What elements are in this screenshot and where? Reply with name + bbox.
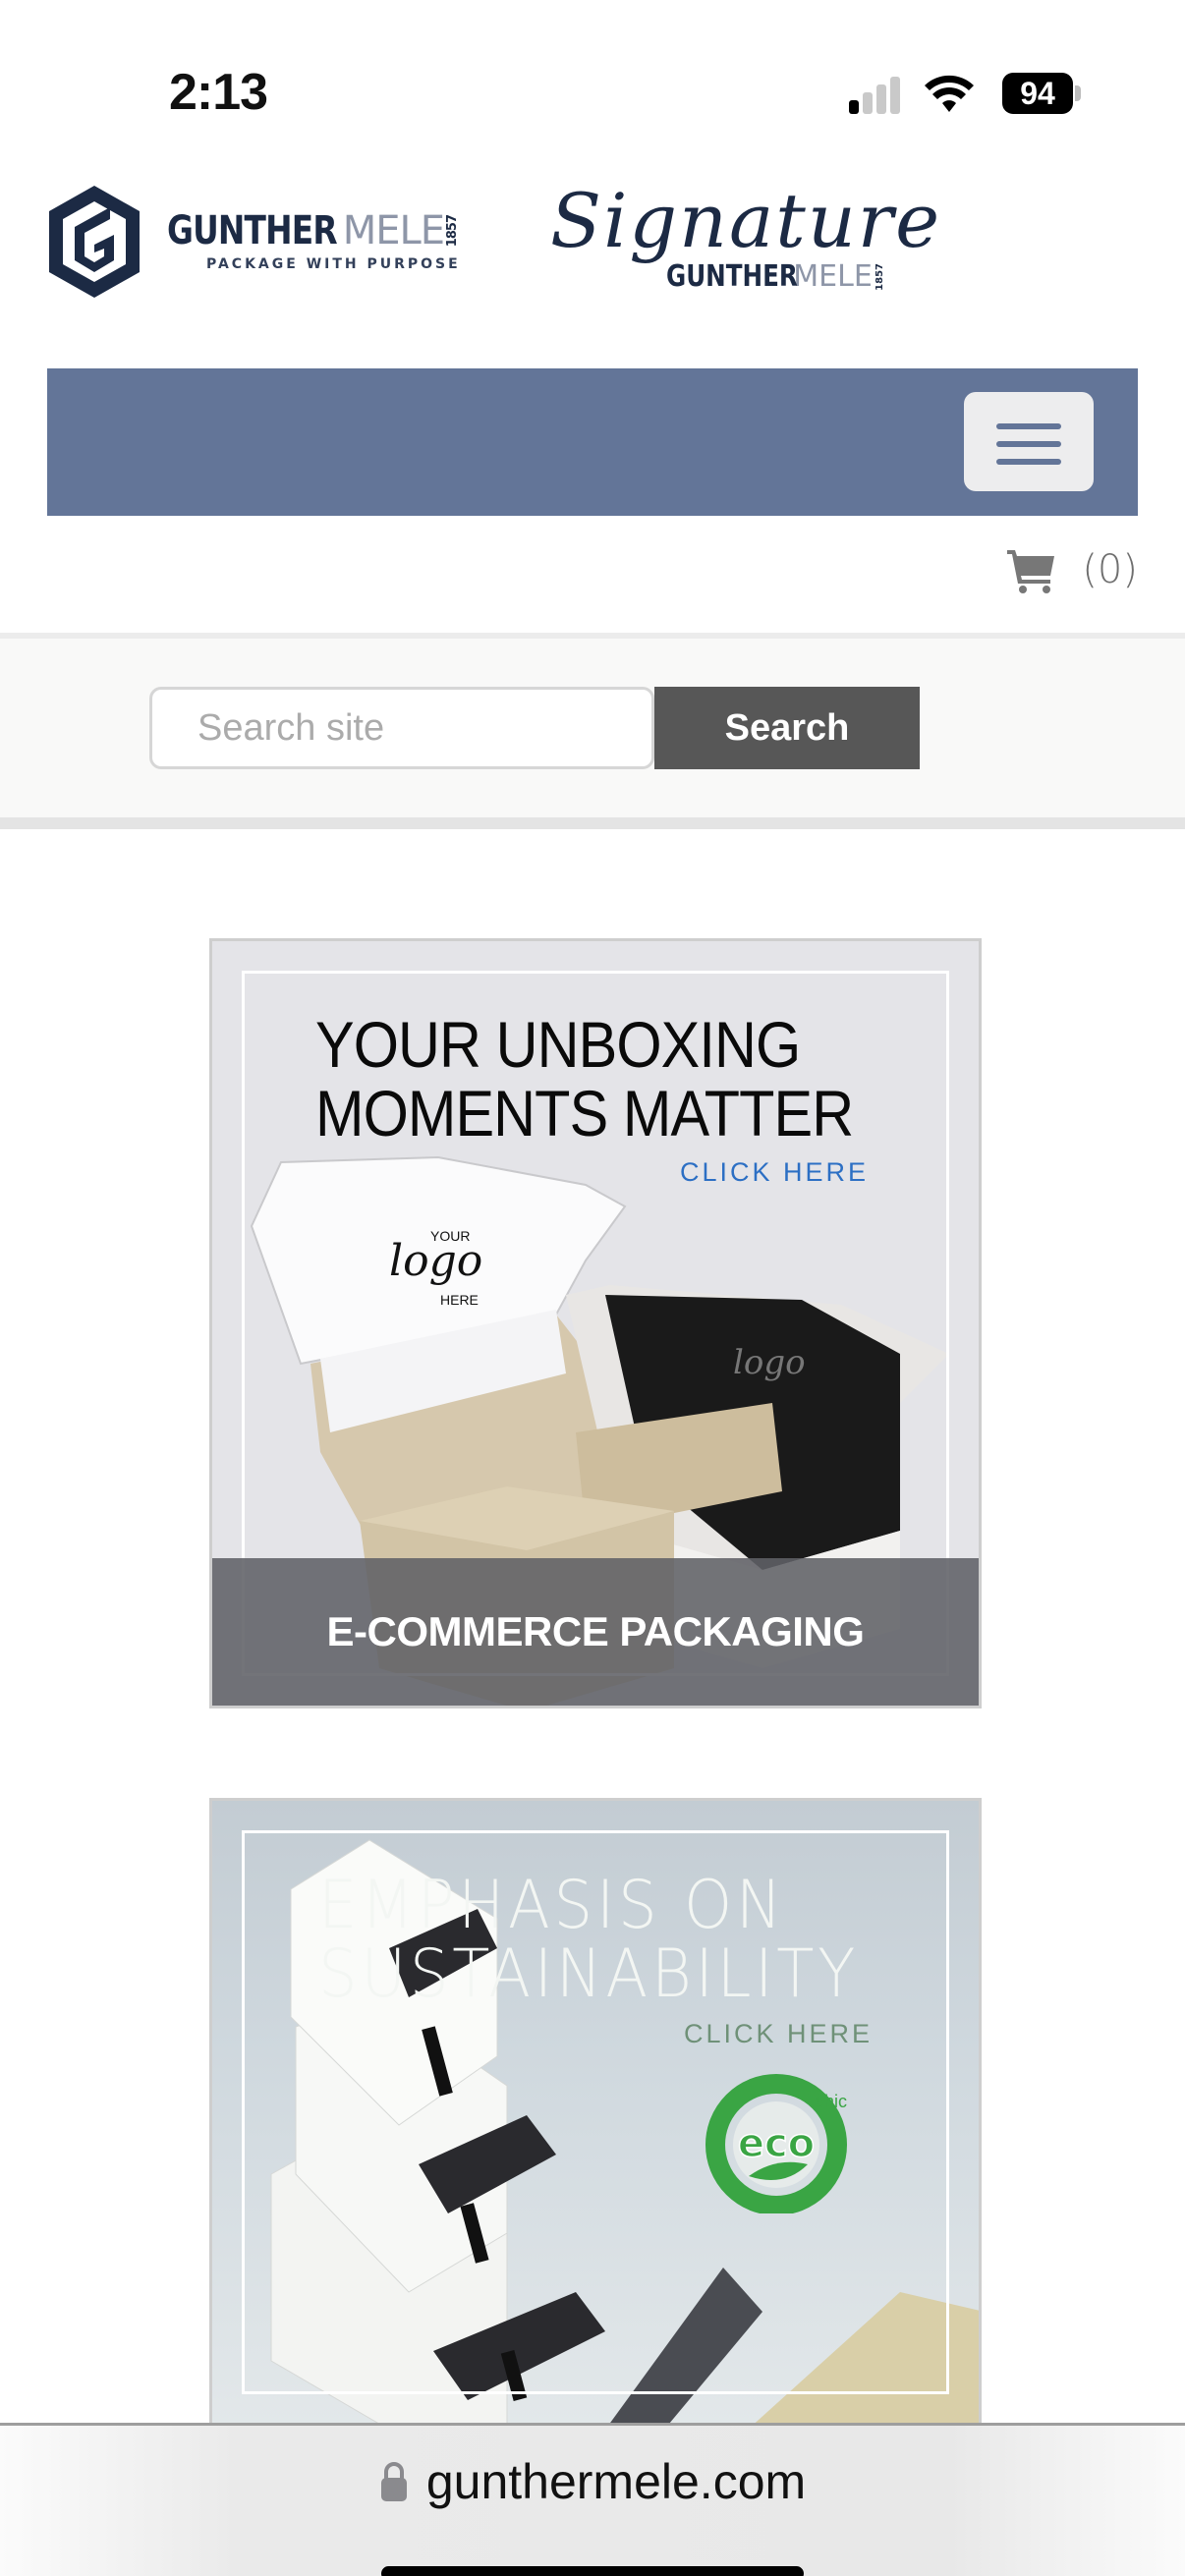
- battery-icon: 94: [1002, 73, 1073, 114]
- signature-logo[interactable]: Signature GUNTHER MELE 1857: [550, 177, 939, 305]
- signature-script: Signature: [550, 177, 942, 264]
- url-text: gunthermele.com: [425, 2454, 807, 2509]
- search-band: Search: [0, 633, 1185, 829]
- logo-text: GUNTHER MELE 1857 PACKAGE WITH PURPOSE: [167, 211, 461, 272]
- cart-count: (0): [1082, 547, 1138, 592]
- address-bar[interactable]: gunthermele.com: [0, 2453, 1185, 2510]
- nav-bar: [47, 368, 1138, 516]
- signal-icon: [849, 75, 908, 114]
- promo-headline-line-2: MOMENTS MATTER: [315, 1077, 854, 1149]
- logo-tagline: PACKAGE WITH PURPOSE: [206, 256, 461, 272]
- promo-headline-line-1: EMPHASIS ON: [318, 1867, 786, 1944]
- search-form: Search: [149, 687, 920, 769]
- logo-year: 1857: [445, 214, 461, 248]
- gunthermele-g-logo-icon: [49, 186, 140, 298]
- home-indicator[interactable]: [381, 2566, 804, 2576]
- promo-headline-line-2: SUSTAINABILITY: [318, 1935, 860, 2013]
- signature-wordmark-bold: GUNTHER: [666, 259, 798, 294]
- logo-wordmark: GUNTHER MELE 1857: [167, 208, 461, 253]
- hamburger-menu-button[interactable]: [964, 392, 1094, 491]
- promo-card-sustainability[interactable]: EMPHASIS ON SUSTAINABILITY CLICK HERE ec…: [209, 1798, 982, 2427]
- battery-tip: [1075, 85, 1081, 101]
- lock-icon: [380, 2462, 407, 2501]
- eco-badge-center: eco: [738, 2121, 815, 2166]
- promo-headline-line-1: YOUR UNBOXING: [315, 1008, 801, 1081]
- signature-wordmark: GUNTHER MELE 1857: [666, 259, 885, 294]
- search-button[interactable]: Search: [654, 687, 920, 769]
- click-here-link[interactable]: CLICK HERE: [684, 2019, 873, 2049]
- wifi-icon: [925, 75, 974, 112]
- eco-badge-suffix: chic: [816, 2092, 847, 2111]
- cart-link[interactable]: (0): [1005, 546, 1138, 593]
- gunthermele-logo[interactable]: GUNTHER MELE 1857 PACKAGE WITH PURPOSE: [45, 183, 487, 301]
- signature-wordmark-light: MELE: [793, 259, 873, 294]
- promo-label-overlay: E-COMMERCE PACKAGING: [212, 1558, 979, 1706]
- logo-wordmark-light: MELE: [342, 208, 445, 253]
- click-here-link[interactable]: CLICK HERE: [680, 1157, 869, 1188]
- promo-label: E-COMMERCE PACKAGING: [326, 1608, 865, 1654]
- cart-icon: [1007, 550, 1055, 593]
- signature-year: 1857: [874, 262, 885, 291]
- promo-card-ecommerce[interactable]: logo YOUR HERE logo YOUR UNBOXING MOMENT…: [209, 938, 982, 1708]
- status-bar: 2:13 94: [0, 0, 1185, 157]
- browser-bottom-bar: gunthermele.com: [0, 2423, 1185, 2576]
- logo-wordmark-bold: GUNTHER: [167, 208, 338, 253]
- promo-headline: YOUR UNBOXING MOMENTS MATTER: [315, 1008, 854, 1149]
- status-time: 2:13: [169, 64, 268, 121]
- promo-headline: EMPHASIS ON SUSTAINABILITY: [318, 1872, 859, 2009]
- eco-chic-badge-icon: eco chic: [705, 2074, 847, 2213]
- hamburger-menu-icon: [996, 423, 1061, 429]
- search-input[interactable]: [149, 687, 654, 769]
